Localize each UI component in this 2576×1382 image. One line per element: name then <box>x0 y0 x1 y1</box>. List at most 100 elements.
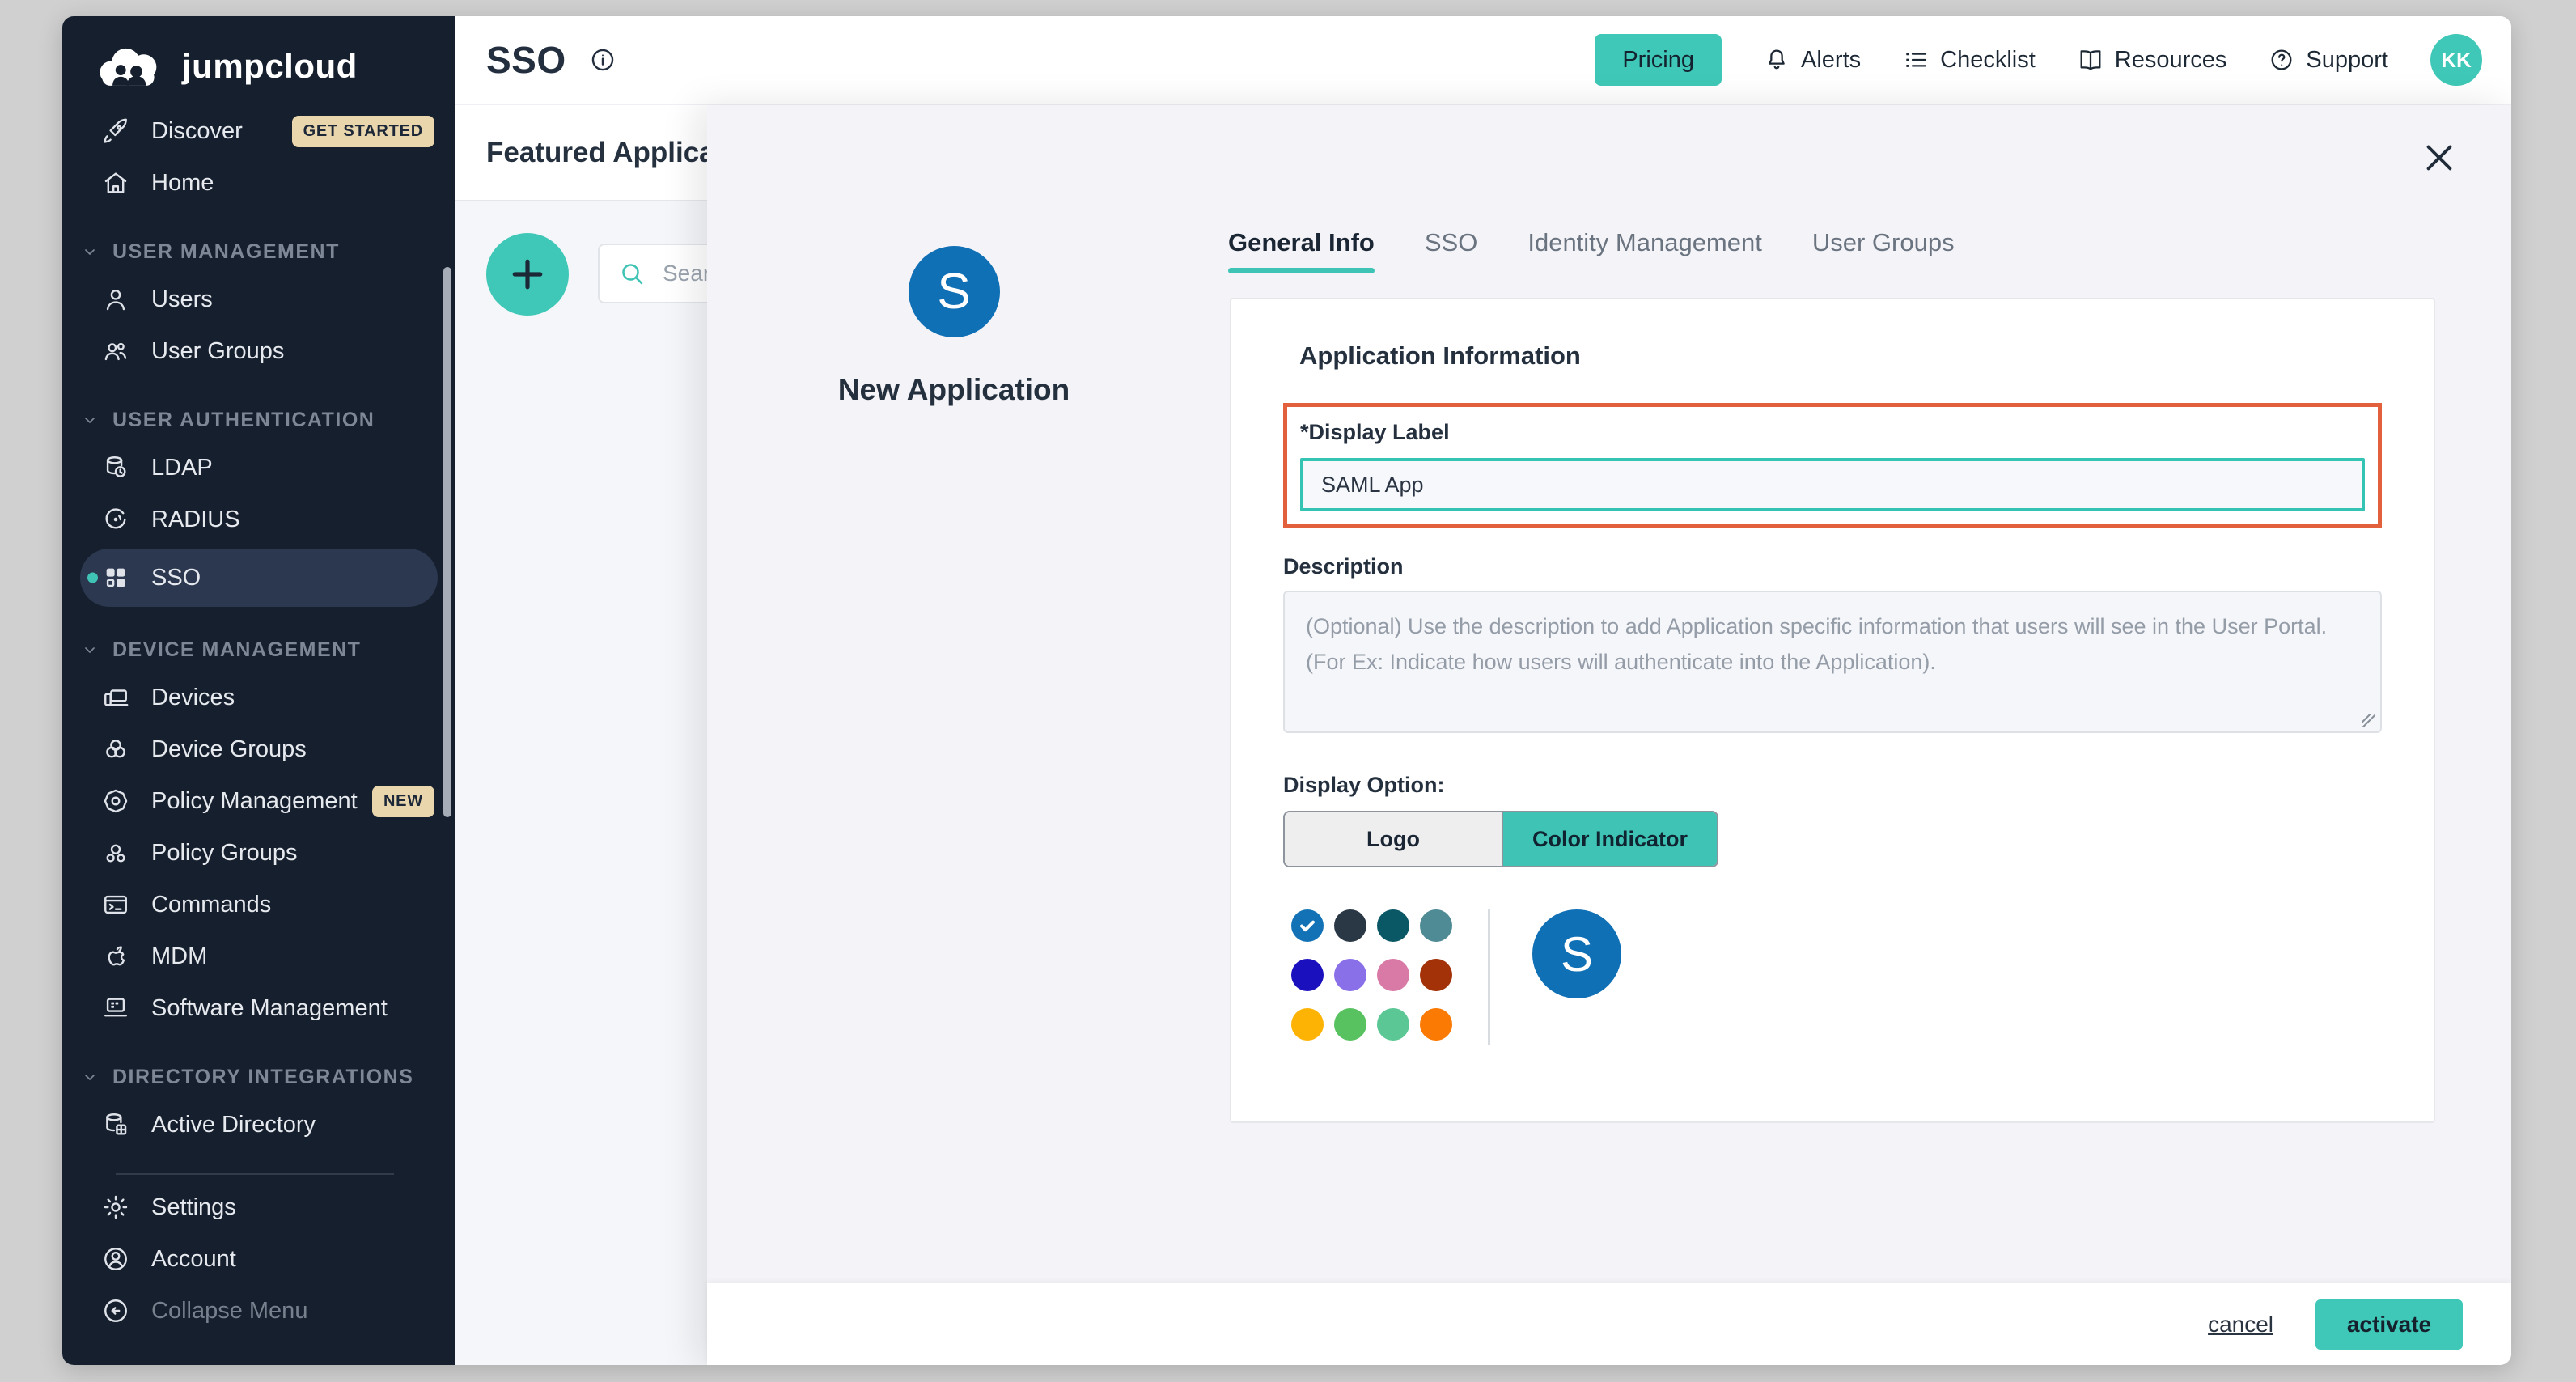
chevron-down-icon[interactable] <box>80 242 100 261</box>
sidebar-item-mdm[interactable]: MDM <box>62 931 455 982</box>
sidebar-item-label: Software Management <box>151 995 388 1022</box>
sidebar-item-label: Settings <box>151 1194 236 1221</box>
color-swatch[interactable] <box>1334 909 1366 942</box>
page-title: SSO <box>486 38 566 82</box>
color-swatch[interactable] <box>1291 959 1324 991</box>
support-button[interactable]: Support <box>2269 47 2388 74</box>
sidebar-item-device-groups[interactable]: Device Groups <box>62 723 455 775</box>
tab-sso[interactable]: SSO <box>1425 228 1477 273</box>
sidebar-item-ldap[interactable]: LDAP <box>62 442 455 494</box>
software-management-icon <box>101 994 130 1023</box>
color-swatch[interactable] <box>1420 1008 1452 1041</box>
color-indicator-option[interactable]: Color Indicator <box>1503 812 1717 866</box>
resize-handle[interactable] <box>2362 714 2375 727</box>
user-avatar[interactable]: KK <box>2430 34 2482 86</box>
modal-footer: cancel activate <box>707 1283 2511 1365</box>
display-option-label: Display Option: <box>1283 773 2382 798</box>
color-swatch[interactable] <box>1334 959 1366 991</box>
description-field-wrap <box>1283 591 2382 737</box>
cancel-link[interactable]: cancel <box>2208 1312 2273 1337</box>
sidebar-section-directory-integrations: DIRECTORY INTEGRATIONS <box>62 1055 455 1099</box>
activate-button[interactable]: activate <box>2315 1299 2463 1350</box>
sidebar-item-discover[interactable]: Discover GET STARTED <box>62 105 455 157</box>
sidebar-item-devices[interactable]: Devices <box>62 672 455 723</box>
chevron-down-icon[interactable] <box>80 410 100 430</box>
sidebar-item-account[interactable]: Account <box>62 1233 455 1285</box>
application-information-card: Application Information *Display Label D… <box>1230 298 2435 1123</box>
sidebar-item-active-directory[interactable]: Active Directory <box>62 1099 455 1151</box>
color-swatch[interactable] <box>1377 1008 1409 1041</box>
color-swatch[interactable] <box>1377 959 1409 991</box>
color-swatch[interactable] <box>1377 909 1409 942</box>
chevron-down-icon[interactable] <box>80 1067 100 1087</box>
check-icon <box>1297 915 1318 936</box>
description-textarea[interactable] <box>1283 591 2382 733</box>
user-groups-icon <box>101 337 130 366</box>
jumpcloud-logo-text: jumpcloud <box>182 47 358 86</box>
plus-icon <box>506 252 549 296</box>
sidebar-item-label: SSO <box>151 565 201 591</box>
header-actions: Pricing Alerts Checklist Resources Suppo… <box>1595 34 2482 86</box>
modal-tabs: General Info SSO Identity Management Use… <box>1228 228 1955 273</box>
sidebar-item-collapse-menu[interactable]: Collapse Menu <box>62 1285 455 1337</box>
swatch-preview-divider <box>1488 909 1490 1045</box>
close-icon[interactable] <box>2421 139 2459 178</box>
sidebar-item-settings[interactable]: Settings <box>62 1181 455 1233</box>
add-application-button[interactable] <box>486 233 569 316</box>
sidebar-item-label: Account <box>151 1246 236 1273</box>
sidebar-item-software-management[interactable]: Software Management <box>62 982 455 1034</box>
sidebar-item-label: Policy Management <box>151 788 358 815</box>
sidebar-item-label: MDM <box>151 943 207 970</box>
jumpcloud-logo[interactable]: jumpcloud <box>62 16 455 105</box>
account-icon <box>101 1244 130 1274</box>
sidebar-scrollbar[interactable] <box>443 267 451 817</box>
policy-groups-icon <box>101 838 130 867</box>
sidebar-item-commands[interactable]: Commands <box>62 879 455 931</box>
pricing-button[interactable]: Pricing <box>1595 34 1722 86</box>
logo-option[interactable]: Logo <box>1285 812 1503 866</box>
sidebar-item-home[interactable]: Home <box>62 157 455 209</box>
display-label-input[interactable] <box>1300 458 2365 511</box>
book-icon <box>2078 47 2104 73</box>
chevron-down-icon[interactable] <box>80 640 100 659</box>
resources-button[interactable]: Resources <box>2078 47 2227 74</box>
sidebar-item-label: Users <box>151 286 213 313</box>
color-swatch[interactable] <box>1420 909 1452 942</box>
sidebar-section-device-management: DEVICE MANAGEMENT <box>62 628 455 672</box>
sidebar-item-label: Commands <box>151 892 271 918</box>
tab-identity-management[interactable]: Identity Management <box>1527 228 1762 273</box>
collapse-menu-icon <box>101 1296 130 1325</box>
sidebar-item-policy-groups[interactable]: Policy Groups <box>62 827 455 879</box>
sidebar-item-users[interactable]: Users <box>62 273 455 325</box>
color-indicator-section: S <box>1283 909 2382 1045</box>
sidebar-item-policy-management[interactable]: Policy Management NEW <box>62 775 455 827</box>
sso-grid-icon <box>101 563 130 592</box>
tab-user-groups[interactable]: User Groups <box>1812 228 1955 273</box>
color-swatch[interactable] <box>1420 959 1452 991</box>
tab-general-info[interactable]: General Info <box>1228 228 1375 273</box>
card-title: Application Information <box>1299 341 2382 371</box>
devices-icon <box>101 683 130 712</box>
sidebar-item-label: Collapse Menu <box>151 1298 307 1325</box>
checklist-icon <box>1903 47 1929 73</box>
sidebar-item-radius[interactable]: RADIUS <box>62 494 455 545</box>
app-name: New Application <box>838 373 1070 407</box>
bell-icon <box>1764 47 1790 73</box>
sidebar-item-sso[interactable]: SSO <box>80 549 438 607</box>
color-swatch[interactable] <box>1291 1008 1324 1041</box>
sidebar-item-label: Devices <box>151 685 235 711</box>
new-badge: NEW <box>372 786 434 817</box>
sidebar-item-user-groups[interactable]: User Groups <box>62 325 455 377</box>
alerts-button[interactable]: Alerts <box>1764 47 1861 74</box>
display-label-highlight-box: *Display Label <box>1283 403 2382 528</box>
sidebar-divider <box>116 1173 394 1175</box>
ldap-database-icon <box>101 453 130 482</box>
description-label: Description <box>1283 554 2382 579</box>
color-swatch[interactable] <box>1334 1008 1366 1041</box>
radius-icon <box>101 505 130 534</box>
question-circle-icon <box>2269 47 2294 73</box>
checklist-button[interactable]: Checklist <box>1903 47 2036 74</box>
color-swatch-selected[interactable] <box>1291 909 1324 942</box>
info-icon[interactable] <box>589 46 616 74</box>
app-initial-avatar: S <box>909 246 1000 337</box>
